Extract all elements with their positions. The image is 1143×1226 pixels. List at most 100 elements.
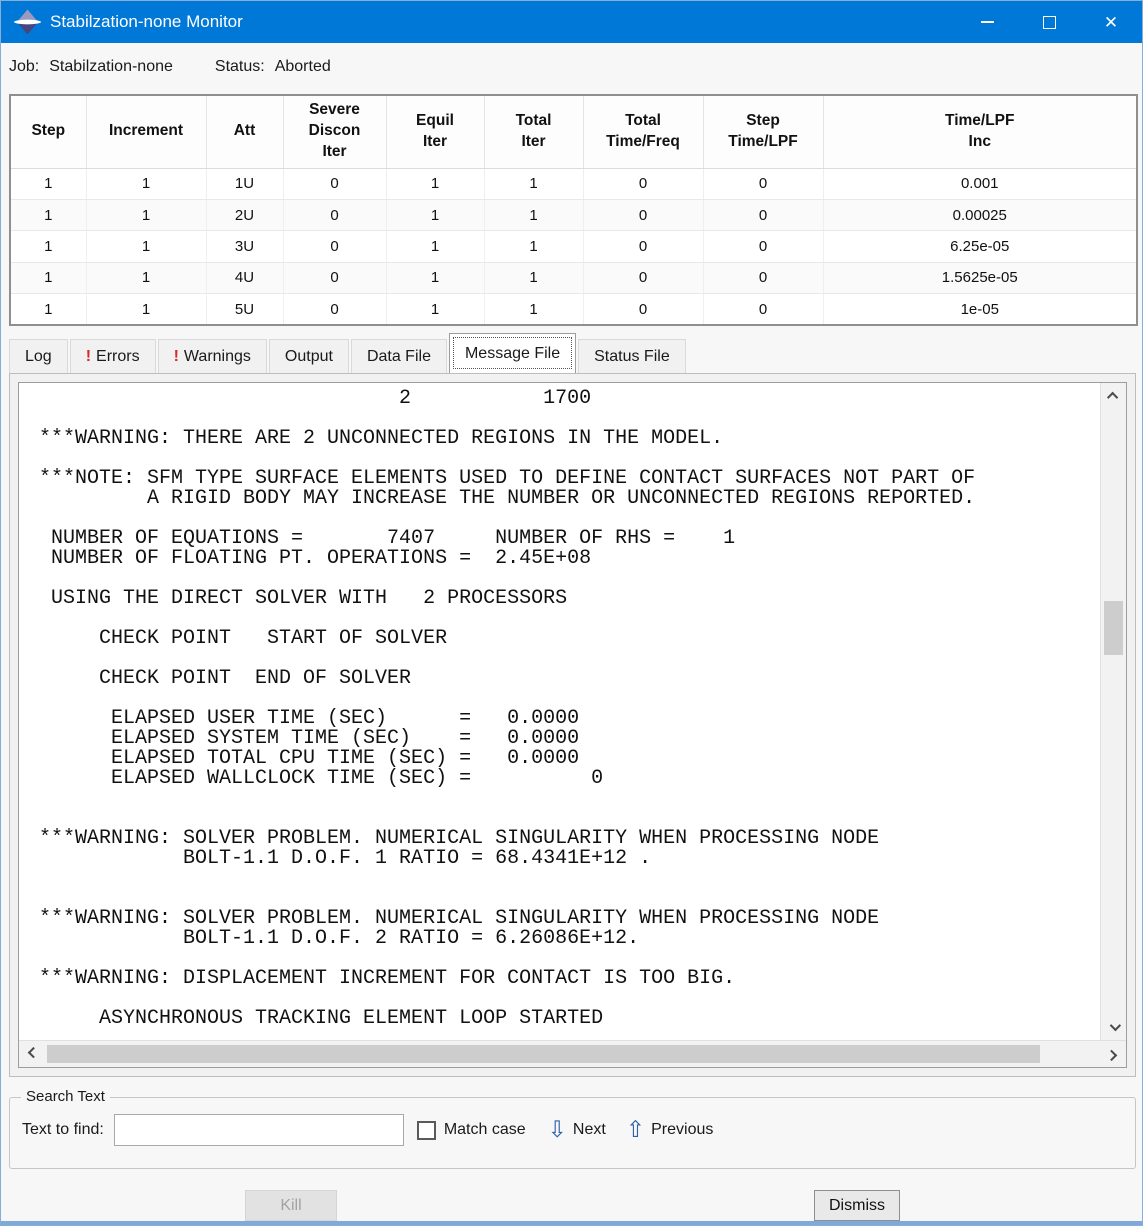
table-cell: 0 <box>583 168 703 199</box>
window-bottom-border <box>1 1221 1142 1225</box>
table-cell: 0 <box>283 262 386 293</box>
table-cell: 1 <box>484 262 583 293</box>
column-header: Att <box>206 95 283 168</box>
scroll-up-button[interactable] <box>1101 383 1127 409</box>
tab-errors[interactable]: !Errors <box>70 339 156 373</box>
message-file-viewport: 2 1700 ***WARNING: THERE ARE 2 UNCONNECT… <box>18 382 1127 1068</box>
table-cell: 1 <box>386 168 484 199</box>
table-body: 111U011000.001112U011000.00025113U011006… <box>10 168 1137 325</box>
kill-button[interactable]: Kill <box>245 1190 337 1221</box>
match-case-label: Match case <box>444 1121 526 1139</box>
table-cell: 0 <box>703 262 823 293</box>
alert-icon: ! <box>86 348 91 366</box>
table-cell: 0 <box>583 199 703 230</box>
table-cell: 0.00025 <box>823 199 1137 230</box>
table-cell: 1 <box>86 168 206 199</box>
horizontal-scrollbar[interactable] <box>19 1040 1126 1067</box>
file-tabs: Log !Errors! Warnings Output Data File Messag… <box>9 333 688 373</box>
table-cell: 0 <box>283 294 386 325</box>
match-case-checkbox[interactable] <box>417 1121 436 1140</box>
vertical-scroll-thumb[interactable] <box>1104 601 1123 655</box>
find-next-button[interactable]: ⇩ Next <box>548 1119 606 1142</box>
close-button[interactable]: ✕ <box>1080 1 1142 43</box>
down-arrow-icon: ⇩ <box>548 1119 567 1142</box>
scroll-down-button[interactable] <box>1101 1014 1127 1040</box>
column-header: Step <box>10 95 86 168</box>
table-cell: 0 <box>703 231 823 262</box>
scroll-right-button[interactable] <box>1100 1041 1126 1067</box>
table-row: 115U011001e-05 <box>10 294 1137 325</box>
search-text-group: Search Text Text to find: Match case ⇩ N… <box>9 1097 1136 1169</box>
chevron-up-icon <box>1107 392 1118 403</box>
alert-icon: ! <box>174 348 179 366</box>
find-previous-button[interactable]: ⇧ Previous <box>626 1119 714 1142</box>
maximize-button[interactable] <box>1018 1 1080 43</box>
search-input[interactable] <box>114 1114 404 1146</box>
table-cell: 0 <box>703 199 823 230</box>
table-cell: 1 <box>86 231 206 262</box>
column-header: Increment <box>86 95 206 168</box>
status-value: Aborted <box>275 58 331 76</box>
vertical-scrollbar[interactable] <box>1100 383 1126 1040</box>
dismiss-button[interactable]: Dismiss <box>814 1190 900 1221</box>
table-cell: 1.5625e-05 <box>823 262 1137 293</box>
table-cell: 1 <box>386 199 484 230</box>
table-cell: 1U <box>206 168 283 199</box>
table-cell: 1 <box>484 294 583 325</box>
tab-warnings[interactable]: ! Warnings <box>158 339 267 373</box>
table-row: 113U011006.25e-05 <box>10 231 1137 262</box>
table-cell: 0 <box>703 294 823 325</box>
message-file-panel: 2 1700 ***WARNING: THERE ARE 2 UNCONNECT… <box>9 373 1136 1077</box>
scroll-left-button[interactable] <box>19 1041 45 1067</box>
next-label: Next <box>573 1121 606 1139</box>
table-cell: 2U <box>206 199 283 230</box>
table-cell: 5U <box>206 294 283 325</box>
table-cell: 0 <box>703 168 823 199</box>
tab-output[interactable]: Output <box>269 339 349 373</box>
table-cell: 0 <box>283 199 386 230</box>
table-row: 112U011000.00025 <box>10 199 1137 230</box>
job-status-line: Job: Stabilzation-none Status: Aborted <box>9 43 1134 91</box>
tab-label: Log <box>25 348 52 366</box>
table-cell: 1 <box>10 199 86 230</box>
column-header: Equil Iter <box>386 95 484 168</box>
table-cell: 1 <box>484 199 583 230</box>
tab-message-file[interactable]: Message File <box>449 333 576 373</box>
table-cell: 0 <box>283 231 386 262</box>
column-header: Total Iter <box>484 95 583 168</box>
table-cell: 1 <box>484 231 583 262</box>
search-row: Text to find: Match case ⇩ Next ⇧ Previo… <box>22 1114 1123 1146</box>
minimize-icon <box>981 21 994 23</box>
tab-status-file[interactable]: Status File <box>578 339 686 373</box>
table-cell: 1 <box>86 199 206 230</box>
table-cell: 1 <box>484 168 583 199</box>
tab-label: Output <box>285 348 333 366</box>
minimize-button[interactable] <box>956 1 1018 43</box>
monitor-dialog: Stabilzation-none Monitor ✕ Job: Stabilz… <box>0 0 1143 1226</box>
tab-label: Message File <box>465 345 560 363</box>
tab-label: Warnings <box>184 348 251 366</box>
table-cell: 0 <box>583 262 703 293</box>
status-label: Status: <box>215 58 265 76</box>
table-header-row: StepIncrementAttSevere Discon IterEquil … <box>10 95 1137 168</box>
table-cell: 1e-05 <box>823 294 1137 325</box>
tab-log[interactable]: Log <box>9 339 68 373</box>
table-cell: 6.25e-05 <box>823 231 1137 262</box>
table-cell: 1 <box>386 262 484 293</box>
table-cell: 4U <box>206 262 283 293</box>
table-cell: 1 <box>86 294 206 325</box>
close-icon: ✕ <box>1104 14 1118 31</box>
tab-data-file[interactable]: Data File <box>351 339 447 373</box>
window-title: Stabilzation-none Monitor <box>50 12 243 32</box>
tab-label: Status File <box>594 348 670 366</box>
table-cell: 0 <box>583 294 703 325</box>
table-cell: 1 <box>10 262 86 293</box>
table-cell: 0 <box>583 231 703 262</box>
table-cell: 1 <box>386 294 484 325</box>
table-cell: 0 <box>283 168 386 199</box>
titlebar: Stabilzation-none Monitor ✕ <box>1 1 1142 43</box>
search-group-label: Search Text <box>21 1088 110 1105</box>
message-text[interactable]: 2 1700 ***WARNING: THERE ARE 2 UNCONNECT… <box>19 383 1098 1039</box>
previous-label: Previous <box>651 1121 713 1139</box>
horizontal-scroll-thumb[interactable] <box>47 1045 1040 1063</box>
